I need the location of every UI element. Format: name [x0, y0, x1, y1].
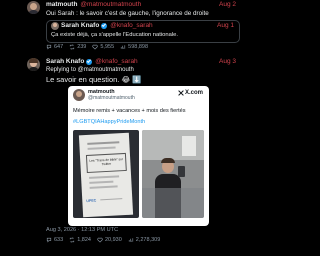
- reply-count[interactable]: 647: [46, 44, 63, 50]
- embed-author-handle: @matmoutmatmouth: [88, 95, 135, 101]
- quoted-author-name: Sarah Knafo: [61, 22, 100, 29]
- verified-icon: [86, 58, 93, 65]
- reply-count[interactable]: 633: [46, 237, 63, 243]
- views-icon: [121, 45, 126, 49]
- like-icon: [97, 237, 103, 243]
- avatar-sarah-knafo: [51, 22, 59, 30]
- replying-to[interactable]: Replying to @matmoutmatmouth: [46, 67, 134, 73]
- like-count[interactable]: 5,955: [92, 44, 114, 50]
- author-name[interactable]: Sarah Knafo: [46, 58, 84, 65]
- tweet-stats: 633 1,824 20,930 2,278,309: [46, 237, 160, 243]
- retweet-count[interactable]: 239: [69, 44, 86, 50]
- reply-icon: [46, 237, 52, 243]
- document-photo: Les "Trans de bible" sur Twitter UPEC: [73, 130, 139, 218]
- embed-text: Mémoire remis + vacances + mois des fier…: [73, 108, 186, 114]
- author-name[interactable]: matmouth: [46, 1, 77, 8]
- like-count[interactable]: 20,930: [97, 237, 122, 243]
- author-handle[interactable]: @matmoutmatmouth: [80, 1, 141, 8]
- retweet-icon: [70, 44, 75, 50]
- tweet-date[interactable]: Aug 2: [219, 1, 236, 8]
- quoted-stats: 647 239 5,955 598,898: [46, 44, 148, 50]
- retweet-icon: [70, 237, 75, 243]
- embedded-tweet-card[interactable]: matmouth @matmoutmatmouth X.com Mémoire …: [68, 86, 209, 226]
- verified-icon: [101, 22, 108, 29]
- quoted-tweet[interactable]: Sarah Knafo @knafo_sarah Aug 1 Ça existe…: [46, 20, 240, 43]
- quoted-text: Ça existe déjà, ça s'appelle l'Education…: [51, 32, 178, 38]
- author-handle[interactable]: @knafo_sarah: [95, 58, 137, 65]
- retweet-count[interactable]: 1,824: [69, 237, 91, 243]
- avatar-matmouth: [73, 89, 85, 101]
- x-brand: X.com: [178, 90, 203, 96]
- tweet-date[interactable]: Aug 3: [219, 58, 236, 65]
- tweet-1-header: matmouth @matmoutmatmouth: [46, 1, 141, 8]
- tweet-text: Le savoir en question. 😂 ⬇️: [46, 75, 142, 84]
- tweet-2-header: Sarah Knafo @knafo_sarah: [46, 58, 138, 65]
- like-icon: [92, 44, 99, 50]
- view-count[interactable]: 2,278,309: [128, 237, 160, 243]
- quoted-date: Aug 1: [217, 22, 234, 29]
- views-icon: [128, 238, 133, 242]
- selfie-photo: [142, 130, 204, 218]
- x-logo-icon: [178, 90, 184, 96]
- avatar-matmouth[interactable]: [27, 1, 40, 14]
- document-title: Les "Trans de bible" sur Twitter: [89, 157, 124, 167]
- tweet-text: Oui Sarah : le savoir c'est de gauche, l…: [46, 10, 209, 17]
- document-logo: UPEC: [86, 198, 97, 204]
- view-count[interactable]: 598,898: [120, 44, 148, 50]
- avatar-sarah-knafo[interactable]: [27, 58, 40, 71]
- reply-icon: [46, 44, 52, 50]
- tweet-timestamp[interactable]: Aug 3, 2026 · 12:13 PM UTC: [46, 227, 118, 233]
- quoted-author-handle: @knafo_sarah: [110, 22, 153, 29]
- hashtag-link[interactable]: #LGBTQIAHappyPrideMonth: [73, 119, 145, 125]
